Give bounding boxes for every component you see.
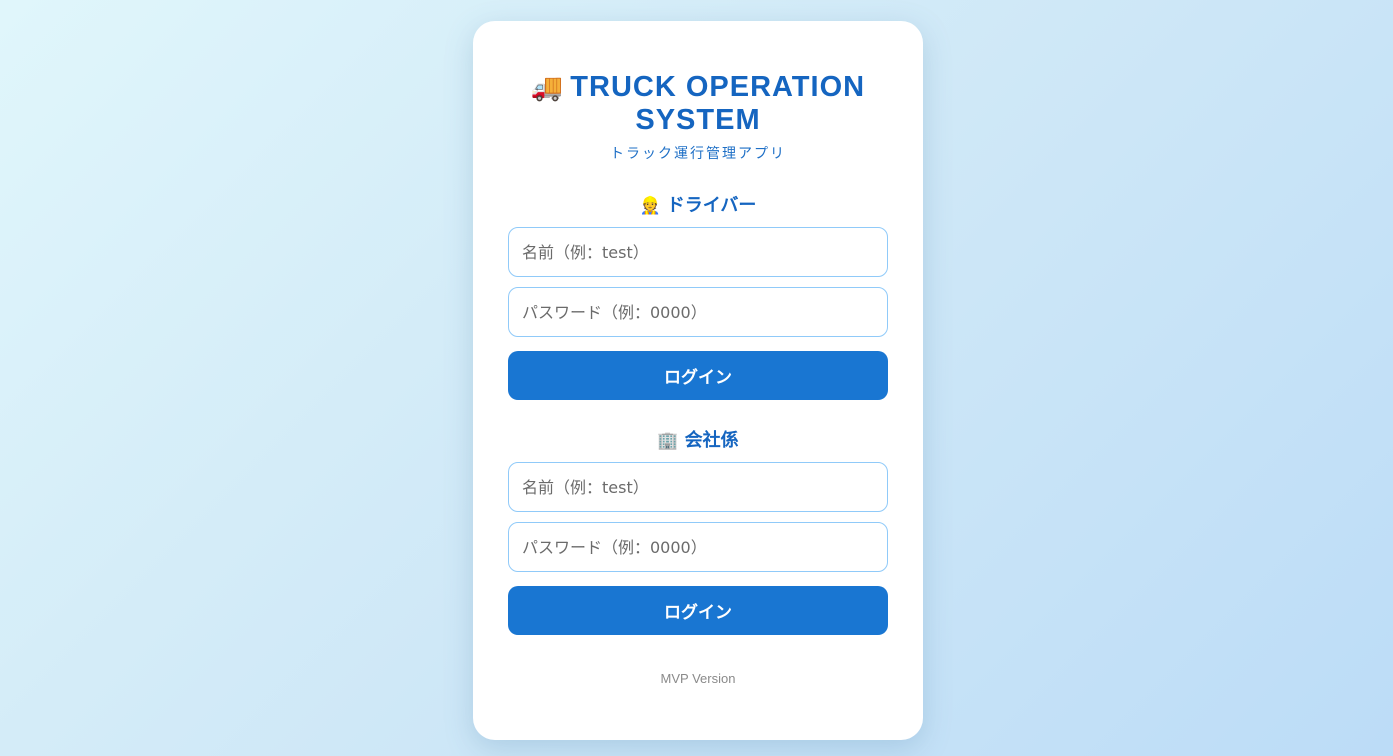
app-subtitle: トラック運行管理アプリ — [610, 146, 786, 162]
app-title-text: TRUCK OPERATION SYSTEM — [570, 71, 866, 136]
driver-name-input[interactable] — [508, 227, 888, 277]
login-card: 🚚 TRUCK OPERATION SYSTEM トラック運行管理アプリ 👷 ドライ… — [473, 21, 923, 740]
app-title: 🚚 TRUCK OPERATION SYSTEM — [473, 71, 923, 136]
version-label: MVP Version — [660, 671, 736, 686]
company-heading-text: 会社係 — [684, 430, 739, 451]
company-login-button[interactable]: ログイン — [508, 586, 888, 635]
driver-section-heading: 👷 ドライバー — [473, 191, 923, 217]
company-password-input[interactable] — [508, 522, 888, 572]
driver-password-input[interactable] — [508, 287, 888, 337]
driver-heading-text: ドライバー — [666, 195, 757, 216]
truck-icon: 🚚 — [530, 73, 565, 103]
worker-icon: 👷 — [639, 196, 661, 216]
driver-login-button[interactable]: ログイン — [508, 351, 888, 400]
office-building-icon: 🏢 — [657, 431, 679, 451]
company-section-heading: 🏢 会社係 — [473, 426, 923, 452]
company-name-input[interactable] — [508, 462, 888, 512]
